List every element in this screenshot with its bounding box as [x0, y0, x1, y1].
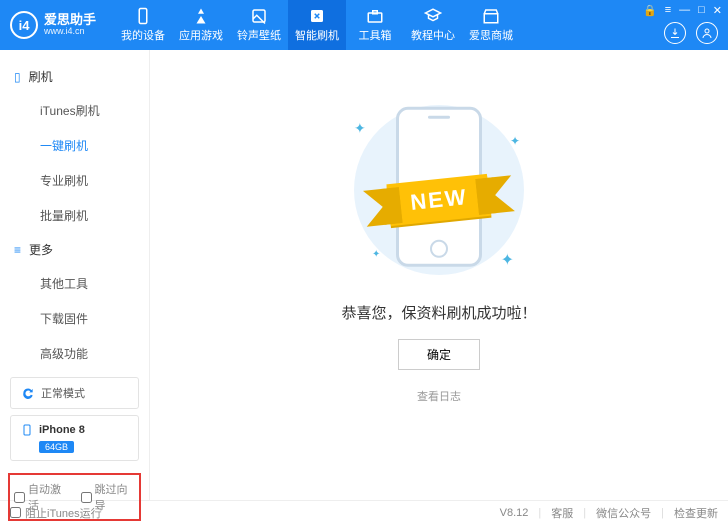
sidebar-item-oneclick-flash[interactable]: 一键刷机 [0, 128, 149, 163]
success-message: 恭喜您，保资料刷机成功啦！ [341, 302, 536, 323]
sidebar-item-download-firmware[interactable]: 下载固件 [0, 301, 149, 336]
block-itunes-checkbox[interactable]: 阻止iTunes运行 [10, 505, 102, 521]
success-illustration: ✦✦✦✦ NEW [324, 90, 554, 290]
window-controls: 🔒 ≡ — □ ✕ [643, 4, 722, 17]
storage-badge: 64GB [39, 441, 74, 453]
sidebar-item-batch-flash[interactable]: 批量刷机 [0, 198, 149, 233]
close-icon[interactable]: ✕ [713, 4, 722, 17]
view-log-link[interactable]: 查看日志 [417, 388, 461, 404]
sidebar-item-itunes-flash[interactable]: iTunes刷机 [0, 93, 149, 128]
menu-icon[interactable]: ≡ [665, 4, 671, 17]
logo-title: 爱思助手 [44, 13, 96, 27]
refresh-icon [21, 386, 35, 400]
tab-wallpaper[interactable]: 铃声壁纸 [230, 0, 288, 50]
version-label: V8.12 [500, 507, 529, 519]
user-icon[interactable] [696, 22, 718, 44]
maximize-icon[interactable]: □ [698, 4, 705, 17]
device-icon [21, 423, 33, 437]
sidebar-item-other-tools[interactable]: 其他工具 [0, 266, 149, 301]
download-icon[interactable] [664, 22, 686, 44]
sidebar-item-advanced[interactable]: 高级功能 [0, 336, 149, 371]
minimize-icon[interactable]: — [679, 4, 690, 17]
sidebar-item-pro-flash[interactable]: 专业刷机 [0, 163, 149, 198]
support-link[interactable]: 客服 [551, 505, 573, 521]
top-tabs: 我的设备 应用游戏 铃声壁纸 智能刷机 工具箱 教程中心 爱思商城 [114, 0, 520, 50]
tab-store[interactable]: 爱思商城 [462, 0, 520, 50]
app-logo: i4 爱思助手 www.i4.cn [0, 11, 106, 39]
lock-icon[interactable]: 🔒 [643, 4, 657, 17]
tab-toolbox[interactable]: 工具箱 [346, 0, 404, 50]
menu-lines-icon: ≡ [14, 243, 21, 257]
device-selector[interactable]: iPhone 8 64GB [10, 415, 139, 461]
main-content: ✦✦✦✦ NEW 恭喜您，保资料刷机成功啦！ 确定 查看日志 [150, 50, 728, 500]
sidebar-group-flash: ▯ 刷机 [0, 60, 149, 93]
wechat-link[interactable]: 微信公众号 [596, 505, 651, 521]
ok-button[interactable]: 确定 [398, 339, 480, 370]
logo-url: www.i4.cn [44, 27, 96, 37]
tab-my-device[interactable]: 我的设备 [114, 0, 172, 50]
sidebar-group-more: ≡ 更多 [0, 233, 149, 266]
tab-apps[interactable]: 应用游戏 [172, 0, 230, 50]
title-bar: i4 爱思助手 www.i4.cn 我的设备 应用游戏 铃声壁纸 智能刷机 工具… [0, 0, 728, 50]
logo-badge: i4 [10, 11, 38, 39]
check-update-link[interactable]: 检查更新 [674, 505, 718, 521]
mode-selector[interactable]: 正常模式 [10, 377, 139, 409]
phone-icon: ▯ [14, 70, 21, 84]
sidebar: ▯ 刷机 iTunes刷机 一键刷机 专业刷机 批量刷机 ≡ 更多 其他工具 下… [0, 50, 150, 500]
tab-tutorial[interactable]: 教程中心 [404, 0, 462, 50]
tab-flash[interactable]: 智能刷机 [288, 0, 346, 50]
